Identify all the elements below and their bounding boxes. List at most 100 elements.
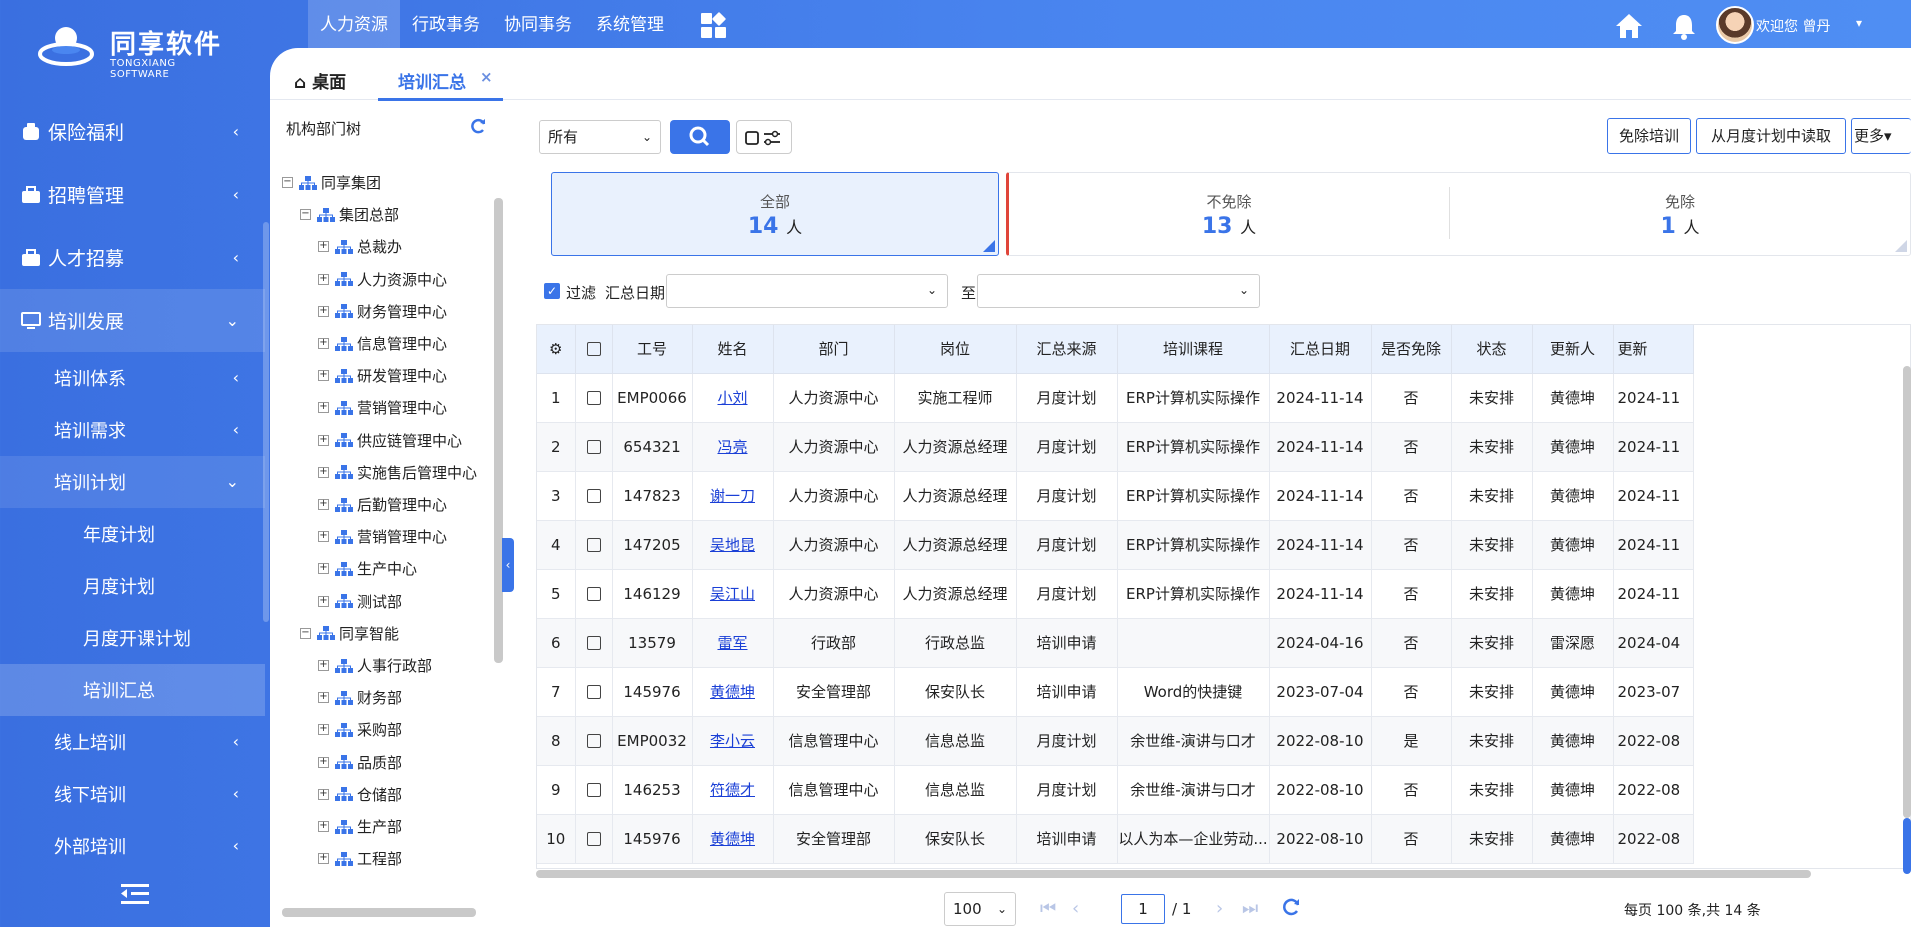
expand-node-icon[interactable]: + [318, 788, 329, 800]
expand-node-icon[interactable]: + [318, 531, 329, 543]
topnav-collab[interactable]: 协同事务 [492, 0, 584, 50]
tree-horizontal-scrollbar[interactable] [282, 908, 476, 917]
select-all-header[interactable] [575, 325, 613, 374]
collapse-node-icon[interactable]: − [300, 627, 311, 639]
employee-name-link[interactable]: 符德才 [710, 781, 755, 799]
close-tab-icon[interactable]: × [480, 68, 493, 86]
search-button[interactable] [670, 120, 730, 154]
row-checkbox[interactable] [586, 391, 601, 405]
collapse-node-icon[interactable]: − [282, 177, 293, 188]
sidebar-item-talent[interactable]: 人才招募 ‹ [0, 226, 265, 289]
column-header[interactable]: 汇总来源 [1016, 325, 1118, 374]
grid-vertical-scrollbar[interactable] [1903, 366, 1911, 874]
scope-select[interactable]: 所有 ⌄ [539, 120, 661, 154]
employee-name-link[interactable]: 黄德坤 [710, 830, 755, 848]
sidebar-item-training-system[interactable]: 培训体系 ‹ [0, 352, 265, 404]
column-header[interactable]: 是否免除 [1371, 325, 1452, 374]
employee-name-link[interactable]: 冯亮 [717, 438, 747, 456]
table-row[interactable]: 1 EMP0066 小刘 人力资源中心 实施工程师 月度计划 ERP计算机实际操作 2024-… [537, 373, 1694, 423]
expand-node-icon[interactable]: + [318, 499, 329, 510]
column-settings-header[interactable]: ⚙ [537, 325, 576, 374]
tree-node[interactable]: + 人事行政部 [318, 655, 432, 676]
grid-horizontal-scrollbar[interactable] [536, 869, 1911, 879]
refresh-icon[interactable] [468, 116, 488, 136]
row-checkbox[interactable] [586, 587, 601, 601]
tree-node[interactable]: + 生产中心 [318, 558, 417, 579]
collapse-node-icon[interactable]: − [300, 209, 311, 221]
stat-card-exempt[interactable]: 免除 1 人 [1450, 173, 1910, 257]
column-header[interactable]: 汇总日期 [1269, 325, 1372, 374]
tree-node[interactable]: − 集团总部 [300, 204, 399, 225]
select-all-checkbox[interactable] [586, 342, 601, 357]
table-row[interactable]: 6 13579 雷军 行政部 行政总监 培训申请 2024-04-16 否未安排 雷深愿 2024… [537, 618, 1694, 668]
tree-node[interactable]: + 采购部 [318, 719, 402, 740]
next-page-icon[interactable]: › [1216, 898, 1223, 919]
column-header[interactable]: 姓名 [692, 325, 774, 374]
bell-icon[interactable] [1670, 12, 1698, 40]
tree-node[interactable]: + 工程部 [318, 848, 402, 869]
exempt-training-button[interactable]: 免除培训 [1607, 118, 1691, 154]
expand-node-icon[interactable]: + [318, 595, 329, 607]
expand-node-icon[interactable]: + [318, 434, 329, 446]
scrollbar-thumb[interactable] [536, 870, 1811, 878]
advanced-filter-button[interactable] [736, 120, 792, 154]
row-select-cell[interactable] [575, 667, 613, 717]
tree-node[interactable]: + 仓储部 [318, 784, 402, 805]
expand-node-icon[interactable]: + [318, 724, 329, 736]
topnav-system[interactable]: 系统管理 [584, 0, 676, 50]
tab-home[interactable]: ⌂ 桌面 [294, 68, 346, 93]
home-icon[interactable] [1614, 12, 1644, 40]
expand-node-icon[interactable]: + [318, 660, 329, 671]
row-checkbox[interactable] [586, 832, 601, 846]
row-checkbox[interactable] [586, 685, 601, 699]
row-checkbox[interactable] [586, 440, 601, 454]
expand-node-icon[interactable]: + [318, 402, 329, 414]
tree-node[interactable]: + 生产部 [318, 816, 402, 837]
employee-name-link[interactable]: 小刘 [717, 389, 747, 407]
tree-node[interactable]: + 测试部 [318, 591, 402, 612]
employee-name-link[interactable]: 谢一刀 [710, 487, 755, 505]
column-header[interactable]: 岗位 [894, 325, 1017, 374]
filter-checkbox[interactable]: ✓ [544, 283, 560, 299]
welcome-text[interactable]: 欢迎您 曾丹 [1756, 16, 1830, 36]
column-header[interactable]: 状态 [1451, 325, 1533, 374]
load-monthly-plan-button[interactable]: 从月度计划中读取 [1696, 118, 1846, 154]
date-to-select[interactable]: ⌄ [977, 274, 1260, 308]
prev-page-icon[interactable]: ‹ [1072, 898, 1079, 919]
tree-vertical-scrollbar[interactable] [494, 198, 503, 663]
table-row[interactable]: 10 145976 黄德坤 安全管理部 保安队长 培训申请 以人为本—企业劳动... 2022… [537, 814, 1694, 864]
more-button[interactable]: 更多▾ [1851, 118, 1911, 154]
expand-node-icon[interactable]: + [318, 466, 329, 478]
row-checkbox[interactable] [586, 734, 601, 748]
expand-node-icon[interactable]: + [318, 338, 329, 349]
apps-grid-icon[interactable] [700, 12, 728, 40]
tree-node[interactable]: + 人力资源中心 [318, 269, 447, 290]
expand-node-icon[interactable]: + [318, 853, 329, 865]
sidebar-item-training[interactable]: 培训发展 ⌄ [0, 289, 265, 352]
sidebar-item-training-plan[interactable]: 培训计划 ⌄ [0, 456, 265, 508]
sidebar-item-monthly-plan[interactable]: 月度计划 [0, 560, 265, 612]
sidebar-item-training-needs[interactable]: 培训需求 ‹ [0, 404, 265, 456]
stat-card-all[interactable]: 全部 14 人 [551, 172, 999, 256]
row-checkbox[interactable] [586, 489, 601, 503]
column-header[interactable]: 培训课程 [1117, 325, 1270, 374]
row-select-cell[interactable] [575, 520, 613, 570]
topnav-hr[interactable]: 人力资源 [308, 0, 400, 50]
employee-name-link[interactable]: 李小云 [710, 732, 755, 750]
tree-node[interactable]: + 营销管理中心 [318, 526, 447, 547]
expand-node-icon[interactable]: + [318, 305, 329, 317]
tree-node[interactable]: + 后勤管理中心 [318, 494, 447, 515]
sidebar-item-annual-plan[interactable]: 年度计划 [0, 508, 265, 560]
tree-node[interactable]: + 财务部 [318, 687, 402, 708]
sidebar-item-recruit[interactable]: 招聘管理 ‹ [0, 163, 265, 226]
column-header[interactable]: 工号 [612, 325, 693, 374]
column-header[interactable]: 部门 [773, 325, 895, 374]
tree-node[interactable]: + 实施售后管理中心 [318, 462, 477, 483]
table-row[interactable]: 7 145976 黄德坤 安全管理部 保安队长 培训申请 Word的快捷键 2023-07-0… [537, 667, 1694, 717]
column-header[interactable]: 更新人 [1532, 325, 1614, 374]
row-checkbox[interactable] [586, 538, 601, 552]
employee-name-link[interactable]: 吴江山 [710, 585, 755, 603]
row-select-cell[interactable] [575, 569, 613, 619]
expand-node-icon[interactable]: + [318, 370, 329, 382]
collapse-tree-arrow-icon[interactable]: ‹ [502, 538, 514, 592]
